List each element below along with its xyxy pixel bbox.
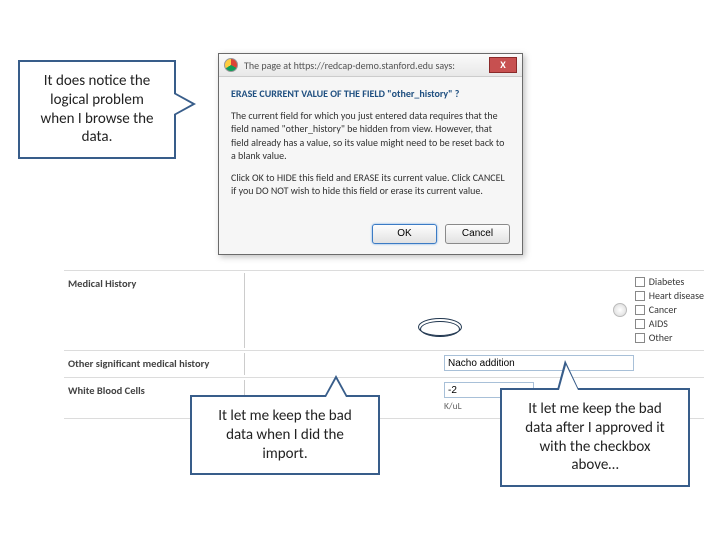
checkbox-option[interactable]: Heart disease [635,289,704,302]
checkbox-icon [635,291,645,301]
callout-text: It let me keep the bad data after I appr… [525,400,664,474]
checkbox-icon [635,333,645,343]
close-button[interactable]: X [489,57,517,73]
dialog-button-row: OK Cancel [219,216,522,254]
dialog-paragraph-1: The current field for which you just ent… [231,109,510,163]
option-label: Diabetes [649,275,685,288]
checkbox-icon [635,319,645,329]
dialog-heading: ERASE CURRENT VALUE OF THE FIELD "other_… [231,87,510,101]
field-medical-history: Diabetes Heart disease Cancer AIDS Other [244,275,704,344]
checkbox-option[interactable]: AIDS [635,317,704,330]
dialog-titlebar: The page at https://redcap-demo.stanford… [219,54,522,77]
cancel-button[interactable]: Cancel [445,224,510,244]
comment-icon[interactable] [613,303,627,317]
chrome-icon [224,58,238,72]
callout-notice: It does notice the logical problem when … [18,60,176,159]
checkbox-icon [635,305,645,315]
label-medical-history: Medical History [64,275,244,290]
label-other-history: Other significant medical history [64,355,244,370]
ok-button[interactable]: OK [372,224,437,244]
dialog-paragraph-2: Click OK to HIDE this field and ERASE it… [231,171,510,198]
checkbox-option[interactable]: Cancer [635,303,704,316]
option-label: AIDS [649,317,668,330]
row-other-history: Other significant medical history [64,351,704,378]
other-history-input[interactable] [444,355,634,371]
option-label: Other [649,331,673,344]
callout-approved: It let me keep the bad data after I appr… [500,388,690,487]
field-other-history [244,355,704,371]
dialog-body: ERASE CURRENT VALUE OF THE FIELD "other_… [219,77,522,216]
checkbox-option[interactable]: Other [635,331,704,344]
option-label: Cancer [649,303,677,316]
option-label: Heart disease [649,289,704,302]
dialog-source-text: The page at https://redcap-demo.stanford… [244,59,489,72]
checkbox-icon [635,277,645,287]
callout-text: It let me keep the bad data when I did t… [218,407,352,463]
checkbox-option[interactable]: Diabetes [635,275,704,288]
callout-import: It let me keep the bad data when I did t… [190,395,380,475]
js-confirm-dialog: The page at https://redcap-demo.stanford… [218,53,523,255]
callout-text: It does notice the logical problem when … [41,72,154,146]
row-medical-history: Medical History Diabetes Heart disease C… [64,270,704,351]
